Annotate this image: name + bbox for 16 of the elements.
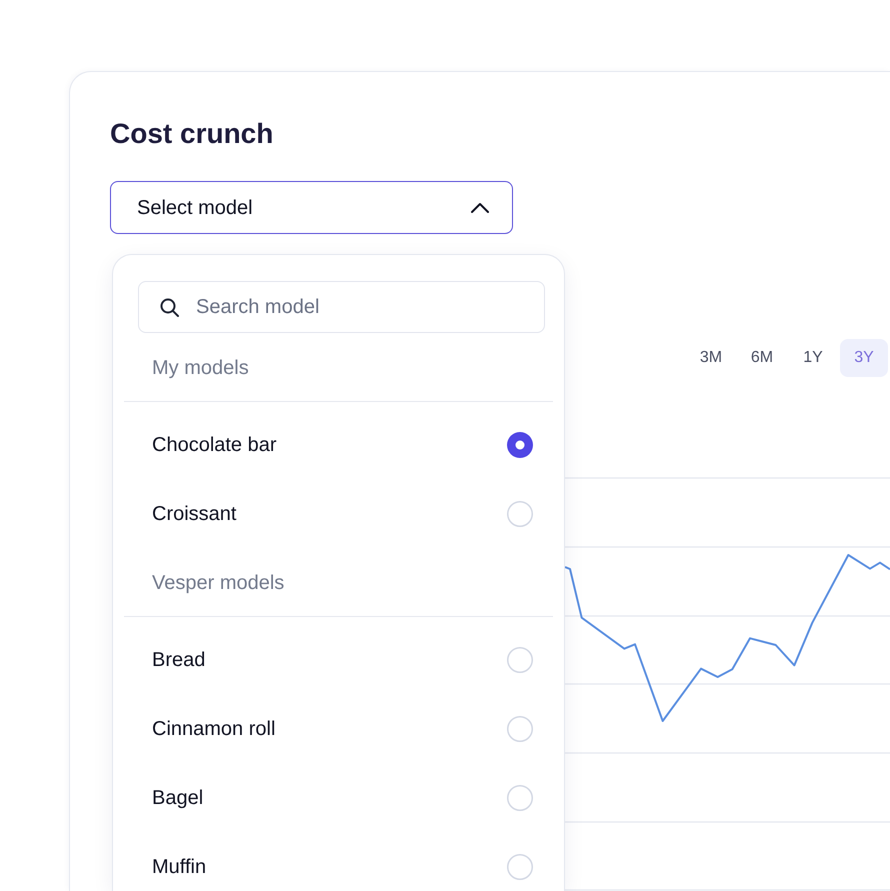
model-option[interactable]: Bread [113, 625, 564, 694]
range-tab[interactable]: 6M [738, 339, 786, 377]
range-tab[interactable]: 3Y [840, 339, 888, 377]
model-option[interactable]: Chocolate bar [113, 410, 564, 479]
model-option[interactable]: Croissant [113, 479, 564, 548]
model-option[interactable]: Muffin [113, 832, 564, 891]
card-title: Cost crunch [110, 117, 274, 151]
range-tab[interactable]: 1Y [789, 339, 837, 377]
group-heading: My models [151, 356, 250, 381]
search-icon [160, 298, 179, 316]
search-field[interactable]: Search model [138, 281, 545, 333]
model-option[interactable]: Bagel [113, 763, 564, 832]
model-option[interactable]: Cinnamon roll [113, 694, 564, 763]
model-select[interactable]: Select model [110, 181, 513, 234]
group-heading: Vesper models [151, 571, 286, 596]
range-tab[interactable]: 3M [687, 339, 735, 377]
